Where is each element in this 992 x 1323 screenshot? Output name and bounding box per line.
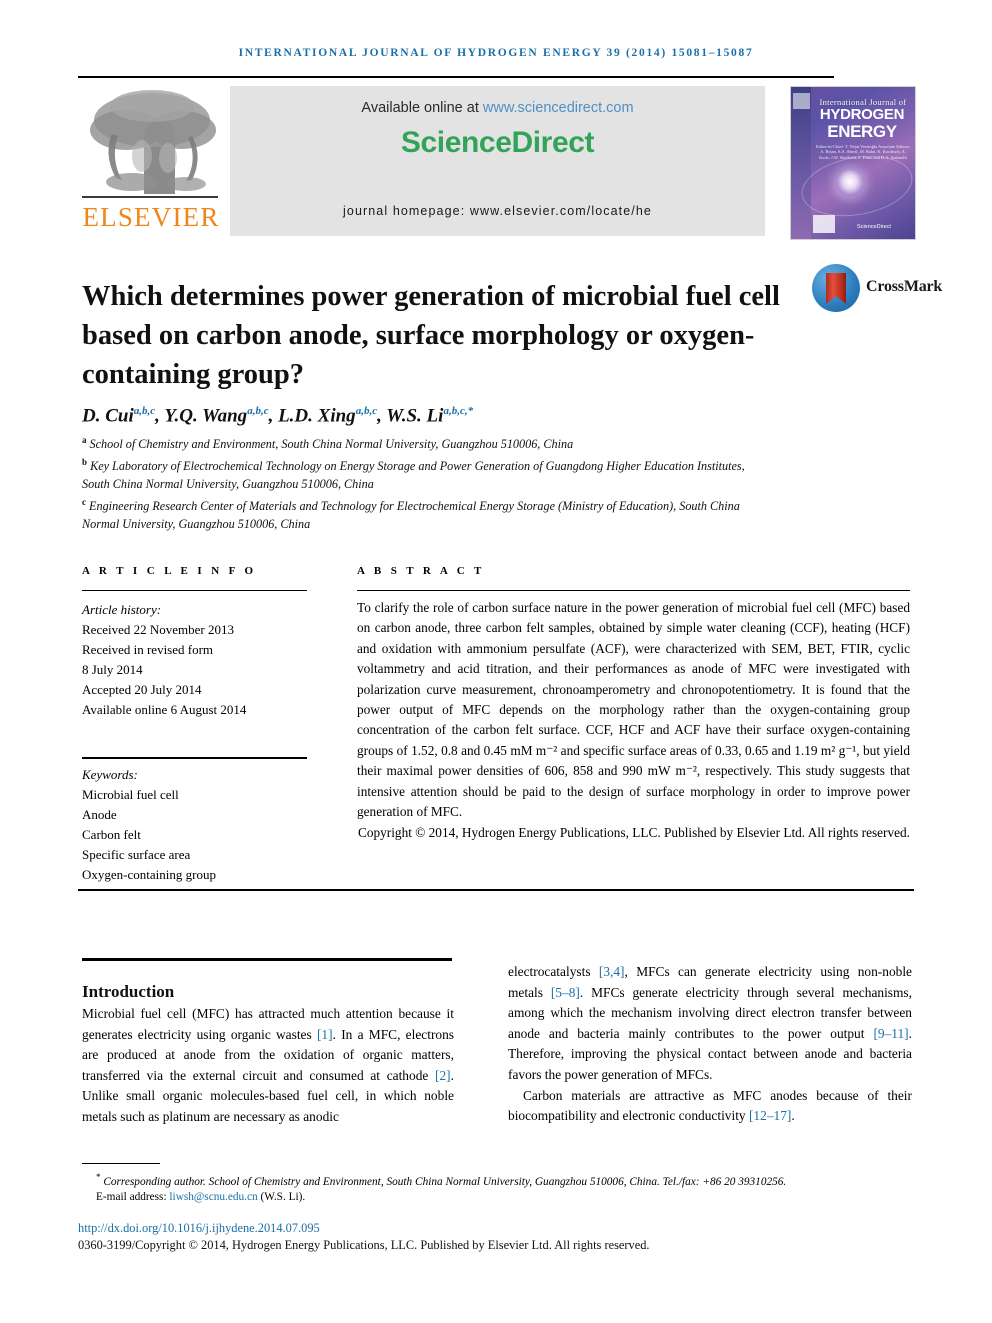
elsevier-logo: ELSEVIER [78,84,226,238]
footnote-star-marker: * [96,1172,101,1182]
masthead: ELSEVIER Available online at www.science… [78,84,916,240]
body-column-right: electrocatalysts [3,4], MFCs can generat… [508,962,912,1127]
cover-elsevier-mark [793,93,810,109]
crossmark-circle-icon [812,264,860,312]
crossmark-ribbon-icon [826,273,846,304]
cover-title-line2: HYDROGEN [819,106,905,123]
citation-link[interactable]: [1] [317,1027,333,1042]
history-item: 8 July 2014 [82,662,143,677]
history-item: Available online 6 August 2014 [82,702,247,717]
intro-paragraph-left: Microbial fuel cell (MFC) has attracted … [82,1006,454,1124]
abstract-copyright: Copyright © 2014, Hydrogen Energy Public… [357,825,910,841]
abstract-heading: A B S T R A C T [357,565,485,577]
journal-homepage-line[interactable]: journal homepage: www.elsevier.com/locat… [230,204,765,218]
abstract-block: To clarify the role of carbon surface na… [357,598,910,844]
affiliation-item: c Engineering Research Center of Materia… [82,493,772,533]
email-note: E-mail address: liwsh@scnu.edu.cn (W.S. … [82,1190,912,1206]
history-item: Accepted 20 July 2014 [82,682,202,697]
keyword-item: Carbon felt [82,827,141,842]
abstract-body: To clarify the role of carbon surface na… [357,600,910,820]
corresponding-author-note: * Corresponding author. School of Chemis… [82,1170,912,1190]
citation-link[interactable]: [2] [435,1068,451,1083]
affiliation-item: b Key Laboratory of Electrochemical Tech… [82,453,772,493]
paper-page: International Journal of Hydrogen Energy… [0,0,992,1323]
affiliation-marker: a [82,435,87,445]
cover-orb-graphic [837,170,863,196]
citation-link[interactable]: [12–17] [749,1108,791,1123]
author-affil-marker: a,b,c [133,405,156,417]
keyword-item: Oxygen-containing group [82,867,216,882]
header-rule [78,76,834,78]
affiliation-marker: c [82,497,86,508]
history-item: Received in revised form [82,642,214,657]
intro-paragraph-right-1: electrocatalysts [3,4], MFCs can generat… [508,964,913,1082]
body-separator-rule [78,889,914,891]
keywords-rule [82,757,307,759]
keyword-item: Anode [82,807,117,822]
author-name: W.S. Li [386,405,444,427]
keyword-item: Specific surface area [82,847,191,862]
keywords-label: Keywords: [82,767,138,782]
cover-spine [791,87,811,239]
author-name: L.D. Xing [278,405,356,427]
sciencedirect-logo: ScienceDirect [400,126,595,159]
email-suffix: (W.S. Li). [257,1191,306,1204]
body-column-left: Microbial fuel cell (MFC) has attracted … [82,1004,454,1128]
elsevier-tree-baseline [82,196,218,198]
article-info-heading: A R T I C L E I N F O [82,565,257,577]
running-head: International Journal of Hydrogen Energy… [238,47,754,59]
footnote-block: * Corresponding author. School of Chemis… [82,1170,912,1206]
cover-ihe-badge [813,215,835,233]
sciencedirect-url-link[interactable]: www.sciencedirect.com [483,100,634,116]
elsevier-wordmark: ELSEVIER [82,202,220,232]
available-online-text: Available online at [361,100,483,116]
history-label: Article history: [82,602,162,617]
affiliation-text: Engineering Research Center of Materials… [82,499,740,532]
page-title: Which determines power generation of mic… [82,281,780,391]
intro-paragraph-right-2: Carbon materials are attractive as MFC a… [508,1087,912,1124]
doi-link[interactable]: http://dx.doi.org/10.1016/j.ijhydene.201… [78,1221,320,1236]
affiliation-list: a School of Chemistry and Environment, S… [82,431,772,533]
crossmark-label: CrossMark [866,278,943,295]
citation-link[interactable]: [5–8] [551,985,580,1000]
issn-copyright-line: 0360-3199/Copyright © 2014, Hydrogen Ene… [78,1238,650,1252]
affiliation-marker: b [82,457,88,468]
available-online-line: Available online at www.sciencedirect.co… [230,100,765,116]
keyword-list: Keywords: Microbial fuel cell Anode Carb… [82,765,322,885]
citation-link[interactable]: [3,4] [599,964,625,979]
corresponding-author-text: Corresponding author. School of Chemistr… [103,1175,787,1188]
email-link[interactable]: liwsh@scnu.edu.cn [169,1191,257,1203]
cover-editors: Editor-in-Chief: T. Nejat Veziroğlu Asso… [815,144,911,160]
affiliation-text: Key Laboratory of Electrochemical Techno… [82,459,745,492]
article-info-rule [82,590,307,592]
author-affil-marker: a,b,c [247,405,269,417]
crossmark-badge[interactable]: CrossMark [812,262,942,316]
section-heading-introduction: Introduction [82,982,175,1002]
affiliation-item: a School of Chemistry and Environment, S… [82,431,772,453]
affiliation-text: School of Chemistry and Environment, Sou… [89,437,574,452]
journal-cover-image: International Journal of HYDROGEN ENERGY… [790,86,916,240]
author-list: D. Cuia,b,c, Y.Q. Wanga,b,c, L.D. Xinga,… [82,405,474,427]
footnote-rule [82,1163,160,1164]
elsevier-tree-icon [82,86,220,198]
history-item: Received 22 November 2013 [82,622,234,637]
author-name: Y.Q. Wang [164,405,248,427]
email-label: E-mail address: [96,1191,170,1204]
author-affil-marker: a,b,c,* [443,405,474,417]
cover-sciencedirect-mark: ScienceDirect [857,224,891,230]
keyword-item: Microbial fuel cell [82,787,179,802]
sciencedirect-banner: Available online at www.sciencedirect.co… [230,86,765,236]
author-affil-marker: a,b,c [355,405,378,417]
cover-title-line3: ENERGY [827,122,897,141]
author-name: D. Cui [82,405,134,427]
abstract-rule [357,590,910,592]
article-history: Article history: Received 22 November 20… [82,600,322,720]
section-heading-rule [82,958,452,961]
citation-link[interactable]: [9–11] [873,1026,908,1041]
